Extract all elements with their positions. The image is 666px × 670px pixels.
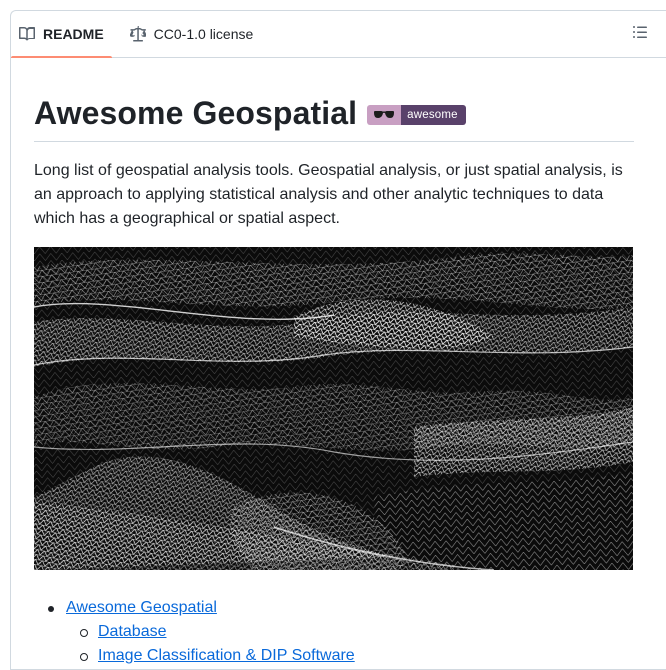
title-row: Awesome Geospatial awesome xyxy=(34,69,634,142)
tab-license[interactable]: CC0-1.0 license xyxy=(122,11,262,57)
book-icon xyxy=(19,26,35,42)
tab-readme-label: README xyxy=(43,26,104,42)
tab-license-label: CC0-1.0 license xyxy=(153,26,254,42)
awesome-badge[interactable]: awesome xyxy=(367,104,466,125)
readme-tabbar: README CC0-1.0 license xyxy=(11,11,666,58)
toc-sublist: Database Image Classification & DIP Soft… xyxy=(66,620,634,668)
tab-readme[interactable]: README xyxy=(11,11,112,58)
toc-link-database[interactable]: Database xyxy=(98,623,167,640)
toc-link-awesome-geospatial[interactable]: Awesome Geospatial xyxy=(66,599,217,616)
readme-article: Awesome Geospatial awesome Long list of … xyxy=(34,69,634,668)
toc-list: Awesome Geospatial Database Image Classi… xyxy=(34,596,634,668)
sunglasses-icon xyxy=(367,104,402,125)
law-scale-icon xyxy=(129,26,146,42)
intro-paragraph: Long list of geospatial analysis tools. … xyxy=(34,162,623,227)
geospatial-hero-image xyxy=(34,247,633,570)
table-of-contents: Awesome Geospatial Database Image Classi… xyxy=(34,596,634,668)
list-item: Image Classification & DIP Software xyxy=(66,644,634,668)
page-title: Awesome Geospatial xyxy=(34,95,358,131)
list-unordered-icon xyxy=(632,24,648,45)
awesome-badge-label: awesome xyxy=(401,104,466,125)
list-item: Database xyxy=(66,620,634,644)
wireframe-terrain-graphic xyxy=(34,247,633,570)
readme-panel: README CC0-1.0 license Awesome Geospatia… xyxy=(10,10,666,670)
outline-button[interactable] xyxy=(630,24,650,44)
list-item: Awesome Geospatial Database Image Classi… xyxy=(34,596,634,668)
